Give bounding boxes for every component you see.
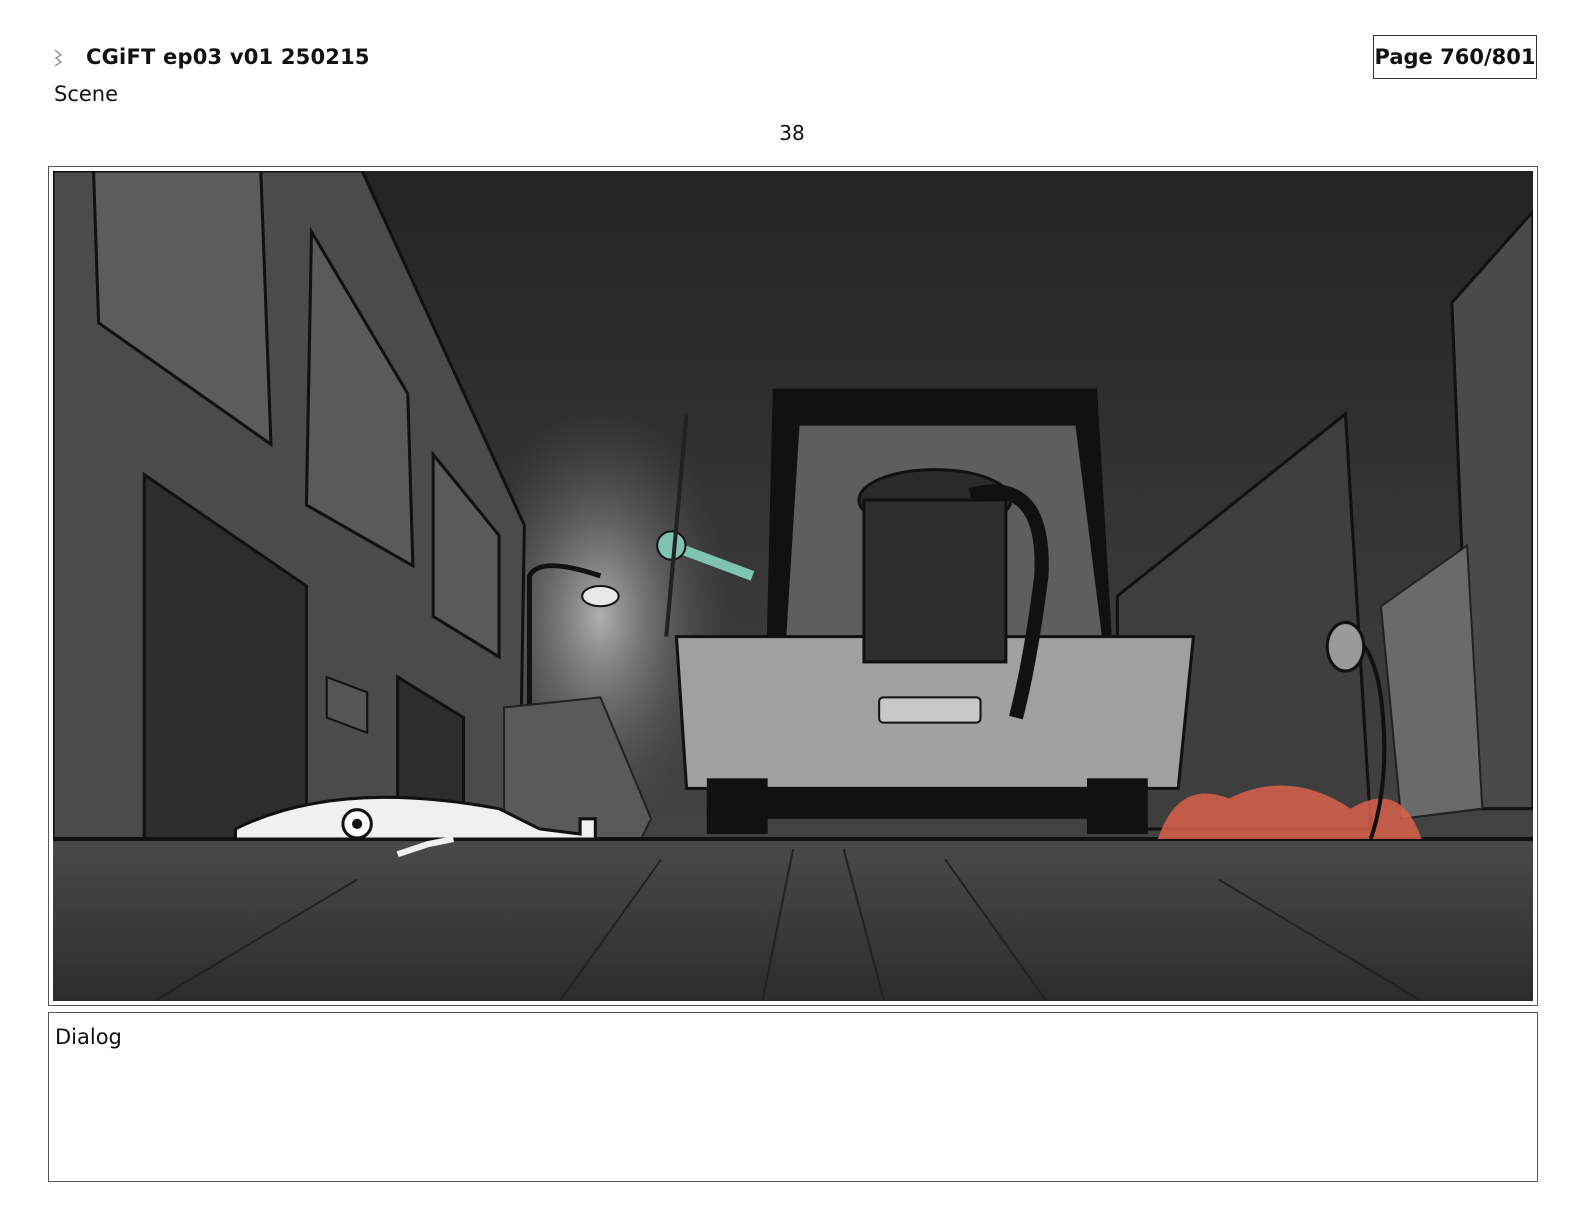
document-title: CGiFT ep03 v01 250215 [86,45,370,69]
panel-number: 38 [779,121,805,145]
scene-label: Scene [54,82,119,106]
storyboard-panel [48,166,1538,1006]
storyboard-panel-image [53,171,1533,1001]
page-indicator: Page 760/801 [1373,35,1537,79]
dialog-label: Dialog [55,1025,122,1049]
dialog-box: Dialog [48,1012,1538,1182]
flag-icon [54,49,63,67]
